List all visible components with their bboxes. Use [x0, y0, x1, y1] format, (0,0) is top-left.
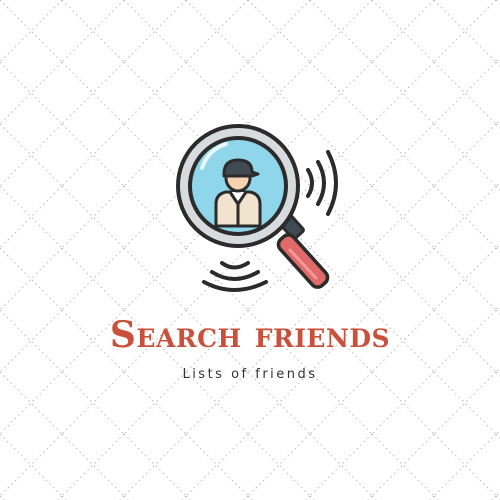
- logo-title: Search friends: [109, 314, 391, 356]
- sound-waves-right-icon: [306, 150, 338, 216]
- magnifying-glass-person-icon: [176, 124, 338, 292]
- sound-waves-bottom-icon: [202, 261, 268, 292]
- logo-subtitle: Lists of friends: [182, 367, 318, 382]
